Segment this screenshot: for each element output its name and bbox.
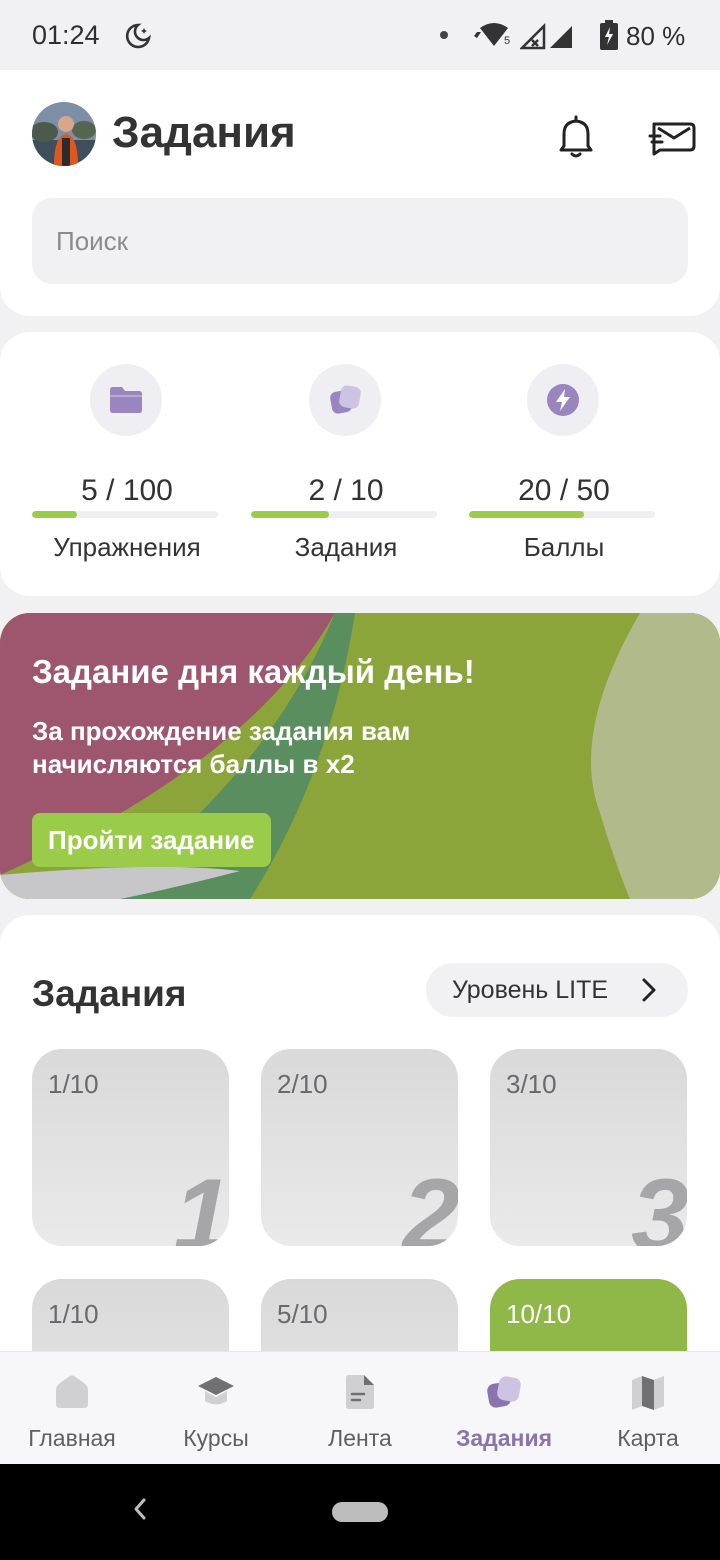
graduation-cap-icon xyxy=(198,1377,234,1405)
home-pill[interactable] xyxy=(332,1502,388,1522)
stat-value: 20 / 50 xyxy=(518,474,610,507)
stat-tasks[interactable]: 2 / 10 Задания xyxy=(251,332,441,596)
task-tile[interactable]: 2/10 2 xyxy=(261,1049,458,1246)
system-navigation-bar xyxy=(0,1464,720,1560)
stat-icon-wrap xyxy=(527,364,599,436)
header-card: Задания xyxy=(0,70,720,316)
battery-charging-icon xyxy=(600,20,618,50)
stat-label: Упражнения xyxy=(53,532,201,562)
map-icon xyxy=(632,1376,664,1410)
task-number: 3 xyxy=(631,1158,687,1246)
lightning-icon xyxy=(547,384,579,416)
stat-points[interactable]: 20 / 50 Баллы xyxy=(469,332,659,596)
level-label: Уровень LITE xyxy=(452,976,609,1004)
nav-item-map[interactable]: Карта xyxy=(576,1352,720,1465)
task-number: 2 xyxy=(402,1158,458,1246)
stat-exercises[interactable]: 5 / 100 Упражнения xyxy=(32,332,222,596)
nav-label: Задания xyxy=(455,1425,553,1451)
nav-item-courses[interactable]: Курсы xyxy=(144,1352,288,1465)
progress-fill xyxy=(469,511,585,518)
nav-label: Карта xyxy=(617,1425,679,1451)
stat-label: Баллы xyxy=(523,532,605,562)
status-bar: 01:24 5 80 % xyxy=(0,0,720,70)
nav-label: Главная xyxy=(28,1425,116,1451)
page-title: Задания xyxy=(112,108,296,157)
level-button[interactable]: Уровень LITE xyxy=(426,963,688,1017)
stat-value: 5 / 100 xyxy=(81,474,173,507)
bell-icon[interactable] xyxy=(550,110,602,162)
svg-text:5: 5 xyxy=(504,35,510,47)
search-input[interactable] xyxy=(32,198,688,284)
stat-icon-wrap xyxy=(309,364,381,436)
wifi-icon: 5 xyxy=(474,23,510,47)
stats-card: 5 / 100 Упражнения 2 / 10 Задания 20 / 5… xyxy=(0,332,720,596)
status-time: 01:24 xyxy=(32,20,100,50)
cards-icon xyxy=(330,385,361,414)
avatar[interactable] xyxy=(32,102,96,166)
daily-task-banner[interactable]: Задание дня каждый день! За прохождение … xyxy=(0,613,720,899)
progress-bar xyxy=(469,511,655,518)
nav-item-feed[interactable]: Лента xyxy=(288,1352,432,1465)
nav-label: Лента xyxy=(328,1425,392,1451)
tasks-section-title: Задания xyxy=(32,973,187,1014)
task-count: 2/10 xyxy=(277,1069,328,1099)
banner-text: За прохождение задания вам начисляются б… xyxy=(32,716,411,779)
notification-dot-icon xyxy=(440,31,448,39)
folder-icon xyxy=(110,387,142,413)
signal-icon xyxy=(520,22,572,50)
stat-label: Задания xyxy=(294,532,398,562)
battery-level: 80 % xyxy=(626,21,686,51)
messages-icon[interactable] xyxy=(646,110,698,162)
do-not-disturb-moon-icon xyxy=(125,23,151,49)
task-count: 3/10 xyxy=(506,1069,557,1099)
task-tile[interactable]: 3/10 3 xyxy=(490,1049,687,1246)
task-count: 1/10 xyxy=(48,1069,99,1099)
back-icon[interactable] xyxy=(128,1494,152,1524)
document-icon xyxy=(346,1375,374,1409)
task-count: 1/10 xyxy=(48,1299,99,1329)
task-count: 5/10 xyxy=(277,1299,328,1329)
progress-bar xyxy=(32,511,218,518)
bottom-navigation: Главная Курсы Лента Задания Карта xyxy=(0,1351,720,1464)
nav-label: Курсы xyxy=(183,1425,249,1451)
cards-icon xyxy=(487,1376,521,1408)
nav-item-home[interactable]: Главная xyxy=(0,1352,144,1465)
nav-item-tasks[interactable]: Задания xyxy=(432,1352,576,1465)
task-tile[interactable]: 1/10 1 xyxy=(32,1049,229,1246)
banner-title: Задание дня каждый день! xyxy=(32,653,475,690)
progress-fill xyxy=(251,511,330,518)
task-count: 10/10 xyxy=(506,1299,572,1329)
chevron-right-icon xyxy=(642,978,656,1002)
stat-icon-wrap xyxy=(90,364,162,436)
stat-value: 2 / 10 xyxy=(308,474,384,507)
home-icon xyxy=(56,1375,88,1408)
start-task-button[interactable]: Пройти задание xyxy=(32,813,271,867)
task-number: 1 xyxy=(173,1158,229,1246)
tasks-card: Задания Уровень LITE 1/10 1 2/10 2 3/10 … xyxy=(0,915,720,1375)
progress-fill xyxy=(32,511,77,518)
progress-bar xyxy=(251,511,437,518)
